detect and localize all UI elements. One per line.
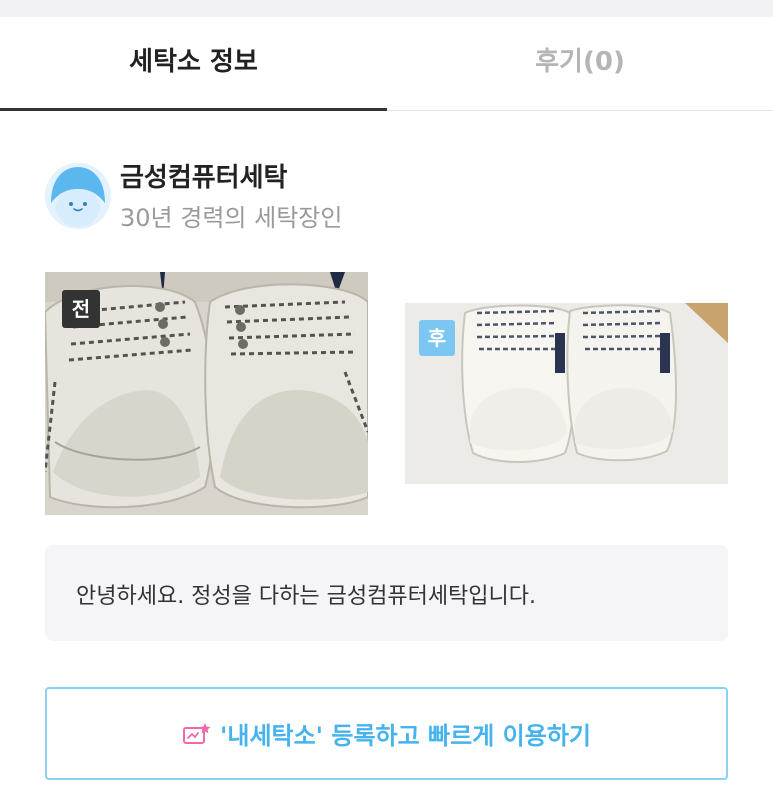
register-my-laundry-button[interactable]: '내세탁소' 등록하고 빠르게 이용하기 xyxy=(45,687,728,780)
tab-reviews[interactable]: 후기(0) xyxy=(387,17,773,110)
top-bar xyxy=(0,0,773,17)
register-button-label: '내세탁소' 등록하고 빠르게 이용하기 xyxy=(220,722,591,750)
shop-tagline: 30년 경력의 세탁장인 xyxy=(120,204,343,232)
greeting-box: 안녕하세요. 정성을 다하는 금성컴퓨터세탁입니다. xyxy=(45,545,728,641)
after-photo[interactable]: 후 xyxy=(405,303,728,484)
smiling-face-icon xyxy=(45,163,111,229)
before-photo[interactable]: 전 xyxy=(45,272,368,515)
tab-shop-info[interactable]: 세탁소 정보 xyxy=(0,17,387,110)
tab-bar: 세탁소 정보 후기(0) xyxy=(0,17,773,111)
before-badge: 전 xyxy=(62,290,100,328)
greeting-text: 안녕하세요. 정성을 다하는 금성컴퓨터세탁입니다. xyxy=(76,584,537,609)
star-card-icon xyxy=(183,722,211,744)
after-badge: 후 xyxy=(419,320,455,356)
shop-name: 금성컴퓨터세탁 xyxy=(120,163,288,193)
shop-avatar xyxy=(45,163,111,229)
active-tab-indicator xyxy=(0,108,387,111)
